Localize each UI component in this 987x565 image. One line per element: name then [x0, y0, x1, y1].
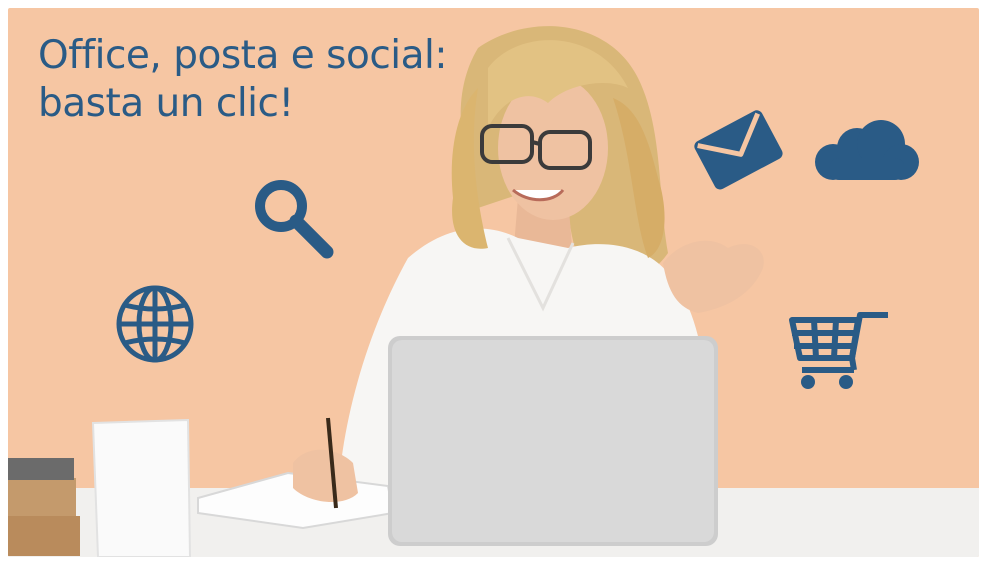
envelope-icon [694, 110, 783, 190]
headline-line-2: basta un clic! [38, 81, 294, 126]
cloud-icon [815, 120, 919, 180]
shopping-cart-icon [789, 312, 888, 389]
promo-banner: Office, posta e social: basta un clic! [8, 8, 979, 557]
headline-line-1: Office, posta e social: [38, 33, 447, 78]
globe-icon [116, 285, 194, 363]
headline: Office, posta e social: basta un clic! [38, 32, 447, 128]
search-icon [255, 180, 334, 259]
